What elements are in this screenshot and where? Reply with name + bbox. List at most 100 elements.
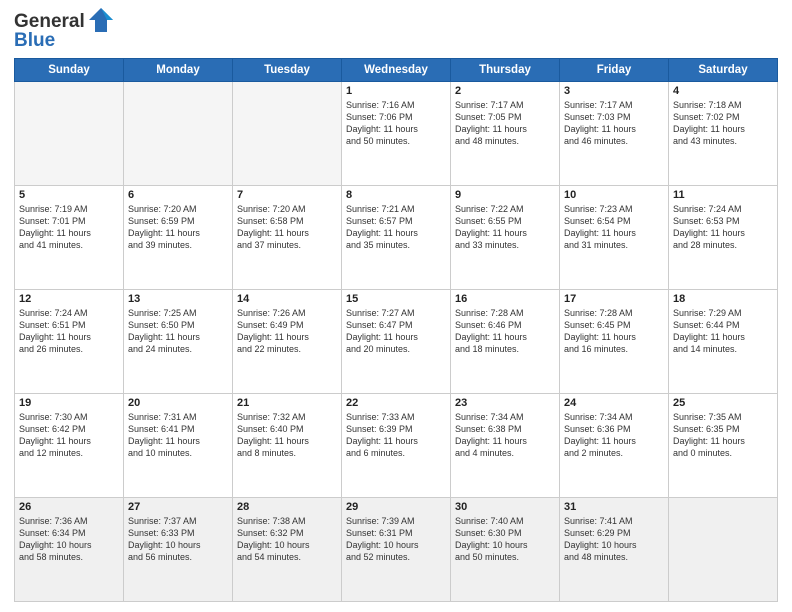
- day-number: 11: [673, 189, 773, 201]
- day-number: 26: [19, 501, 119, 513]
- cell-info: Sunrise: 7:28 AM Sunset: 6:46 PM Dayligh…: [455, 307, 555, 356]
- calendar-cell: 25Sunrise: 7:35 AM Sunset: 6:35 PM Dayli…: [669, 394, 778, 498]
- cell-info: Sunrise: 7:34 AM Sunset: 6:38 PM Dayligh…: [455, 411, 555, 460]
- day-number: 5: [19, 189, 119, 201]
- calendar-cell: 23 Sunrise: 7:34 AM Sunset: 6:38 PM Dayli…: [451, 394, 560, 498]
- day-number: 18: [673, 293, 773, 305]
- calendar-cell: [669, 498, 778, 602]
- cell-info: Sunrise: 7:29 AM Sunset: 6:44 PM Dayligh…: [673, 307, 773, 356]
- day-number: 31: [564, 501, 664, 513]
- day-number: 30: [455, 501, 555, 513]
- day-number: 27: [128, 501, 228, 513]
- calendar-cell: 31 Sunrise: 7:41 AM Sunset: 6:29 PM Dayli…: [560, 498, 669, 602]
- day-number: 12: [19, 293, 119, 305]
- weekday-header-saturday: Saturday: [669, 59, 778, 82]
- logo-icon: [87, 6, 115, 34]
- week-row-2: 5 Sunrise: 7:19 AM Sunset: 7:01 PM Daylig…: [15, 186, 778, 290]
- weekday-header-wednesday: Wednesday: [342, 59, 451, 82]
- cell-info: Sunrise: 7:36 AM Sunset: 6:34 PM Dayligh…: [19, 515, 119, 564]
- calendar-cell: 21 Sunrise: 7:32 AM Sunset: 6:40 PM Dayli…: [233, 394, 342, 498]
- cell-info: Sunrise: 7:30 AM Sunset: 6:42 PM Dayligh…: [19, 411, 119, 460]
- cell-info: Sunrise: 7:17 AM Sunset: 7:05 PM Dayligh…: [455, 99, 555, 148]
- calendar-cell: 19 Sunrise: 7:30 AM Sunset: 6:42 PM Dayli…: [15, 394, 124, 498]
- day-number: 15: [346, 293, 446, 305]
- cell-info: Sunrise: 7:18 AM Sunset: 7:02 PM Dayligh…: [673, 99, 773, 148]
- week-row-1: 1 Sunrise: 7:16 AM Sunset: 7:06 PM Daylig…: [15, 82, 778, 186]
- calendar-cell: 8 Sunrise: 7:21 AM Sunset: 6:57 PM Daylig…: [342, 186, 451, 290]
- calendar-cell: 17 Sunrise: 7:28 AM Sunset: 6:45 PM Dayli…: [560, 290, 669, 394]
- day-number: 13: [128, 293, 228, 305]
- day-number: 9: [455, 189, 555, 201]
- day-number: 4: [673, 85, 773, 97]
- calendar-cell: 3Sunrise: 7:17 AM Sunset: 7:03 PM Daylig…: [560, 82, 669, 186]
- day-number: 22: [346, 397, 446, 409]
- calendar-cell: 1 Sunrise: 7:16 AM Sunset: 7:06 PM Daylig…: [342, 82, 451, 186]
- day-number: 14: [237, 293, 337, 305]
- day-number: 20: [128, 397, 228, 409]
- week-row-4: 19 Sunrise: 7:30 AM Sunset: 6:42 PM Dayli…: [15, 394, 778, 498]
- cell-info: Sunrise: 7:21 AM Sunset: 6:57 PM Dayligh…: [346, 203, 446, 252]
- calendar-table: SundayMondayTuesdayWednesdayThursdayFrid…: [14, 58, 778, 602]
- cell-info: Sunrise: 7:19 AM Sunset: 7:01 PM Dayligh…: [19, 203, 119, 252]
- cell-info: Sunrise: 7:32 AM Sunset: 6:40 PM Dayligh…: [237, 411, 337, 460]
- weekday-header-friday: Friday: [560, 59, 669, 82]
- calendar-cell: 6Sunrise: 7:20 AM Sunset: 6:59 PM Daylig…: [124, 186, 233, 290]
- day-number: 29: [346, 501, 446, 513]
- page: General Blue SundayMondayTuesdayWednesda…: [0, 0, 792, 612]
- calendar-cell: 16 Sunrise: 7:28 AM Sunset: 6:46 PM Dayli…: [451, 290, 560, 394]
- calendar-cell: 7 Sunrise: 7:20 AM Sunset: 6:58 PM Daylig…: [233, 186, 342, 290]
- day-number: 17: [564, 293, 664, 305]
- weekday-header-sunday: Sunday: [15, 59, 124, 82]
- cell-info: Sunrise: 7:40 AM Sunset: 6:30 PM Dayligh…: [455, 515, 555, 564]
- day-number: 28: [237, 501, 337, 513]
- calendar-cell: 24 Sunrise: 7:34 AM Sunset: 6:36 PM Dayli…: [560, 394, 669, 498]
- calendar-cell: 29 Sunrise: 7:39 AM Sunset: 6:31 PM Dayli…: [342, 498, 451, 602]
- day-number: 19: [19, 397, 119, 409]
- cell-info: Sunrise: 7:37 AM Sunset: 6:33 PM Dayligh…: [128, 515, 228, 564]
- day-number: 1: [346, 85, 446, 97]
- day-number: 23: [455, 397, 555, 409]
- weekday-header-thursday: Thursday: [451, 59, 560, 82]
- calendar-cell: 2Sunrise: 7:17 AM Sunset: 7:05 PM Daylig…: [451, 82, 560, 186]
- calendar-cell: 27 Sunrise: 7:37 AM Sunset: 6:33 PM Dayli…: [124, 498, 233, 602]
- day-number: 21: [237, 397, 337, 409]
- cell-info: Sunrise: 7:26 AM Sunset: 6:49 PM Dayligh…: [237, 307, 337, 356]
- cell-info: Sunrise: 7:22 AM Sunset: 6:55 PM Dayligh…: [455, 203, 555, 252]
- cell-info: Sunrise: 7:20 AM Sunset: 6:58 PM Dayligh…: [237, 203, 337, 252]
- cell-info: Sunrise: 7:33 AM Sunset: 6:39 PM Dayligh…: [346, 411, 446, 460]
- day-number: 8: [346, 189, 446, 201]
- week-row-3: 12 Sunrise: 7:24 AM Sunset: 6:51 PM Dayli…: [15, 290, 778, 394]
- calendar-cell: 22 Sunrise: 7:33 AM Sunset: 6:39 PM Dayli…: [342, 394, 451, 498]
- week-row-5: 26 Sunrise: 7:36 AM Sunset: 6:34 PM Dayli…: [15, 498, 778, 602]
- weekday-header-monday: Monday: [124, 59, 233, 82]
- cell-info: Sunrise: 7:24 AM Sunset: 6:51 PM Dayligh…: [19, 307, 119, 356]
- calendar-cell: 15 Sunrise: 7:27 AM Sunset: 6:47 PM Dayli…: [342, 290, 451, 394]
- calendar-cell: 11 Sunrise: 7:24 AM Sunset: 6:53 PM Dayli…: [669, 186, 778, 290]
- cell-info: Sunrise: 7:38 AM Sunset: 6:32 PM Dayligh…: [237, 515, 337, 564]
- cell-info: Sunrise: 7:34 AM Sunset: 6:36 PM Dayligh…: [564, 411, 664, 460]
- cell-info: Sunrise: 7:24 AM Sunset: 6:53 PM Dayligh…: [673, 203, 773, 252]
- header: General Blue: [14, 10, 778, 52]
- calendar-cell: 12 Sunrise: 7:24 AM Sunset: 6:51 PM Dayli…: [15, 290, 124, 394]
- cell-info: Sunrise: 7:23 AM Sunset: 6:54 PM Dayligh…: [564, 203, 664, 252]
- day-number: 6: [128, 189, 228, 201]
- day-number: 16: [455, 293, 555, 305]
- calendar-cell: 30 Sunrise: 7:40 AM Sunset: 6:30 PM Dayli…: [451, 498, 560, 602]
- logo: General Blue: [14, 10, 115, 52]
- calendar-cell: [15, 82, 124, 186]
- calendar-cell: [124, 82, 233, 186]
- calendar-cell: 13 Sunrise: 7:25 AM Sunset: 6:50 PM Dayli…: [124, 290, 233, 394]
- cell-info: Sunrise: 7:27 AM Sunset: 6:47 PM Dayligh…: [346, 307, 446, 356]
- weekday-header-tuesday: Tuesday: [233, 59, 342, 82]
- day-number: 24: [564, 397, 664, 409]
- cell-info: Sunrise: 7:28 AM Sunset: 6:45 PM Dayligh…: [564, 307, 664, 356]
- calendar-cell: 14 Sunrise: 7:26 AM Sunset: 6:49 PM Dayli…: [233, 290, 342, 394]
- day-number: 7: [237, 189, 337, 201]
- cell-info: Sunrise: 7:39 AM Sunset: 6:31 PM Dayligh…: [346, 515, 446, 564]
- calendar-cell: 10Sunrise: 7:23 AM Sunset: 6:54 PM Dayli…: [560, 186, 669, 290]
- calendar-cell: [233, 82, 342, 186]
- cell-info: Sunrise: 7:41 AM Sunset: 6:29 PM Dayligh…: [564, 515, 664, 564]
- cell-info: Sunrise: 7:25 AM Sunset: 6:50 PM Dayligh…: [128, 307, 228, 356]
- cell-info: Sunrise: 7:16 AM Sunset: 7:06 PM Dayligh…: [346, 99, 446, 148]
- calendar-cell: 26 Sunrise: 7:36 AM Sunset: 6:34 PM Dayli…: [15, 498, 124, 602]
